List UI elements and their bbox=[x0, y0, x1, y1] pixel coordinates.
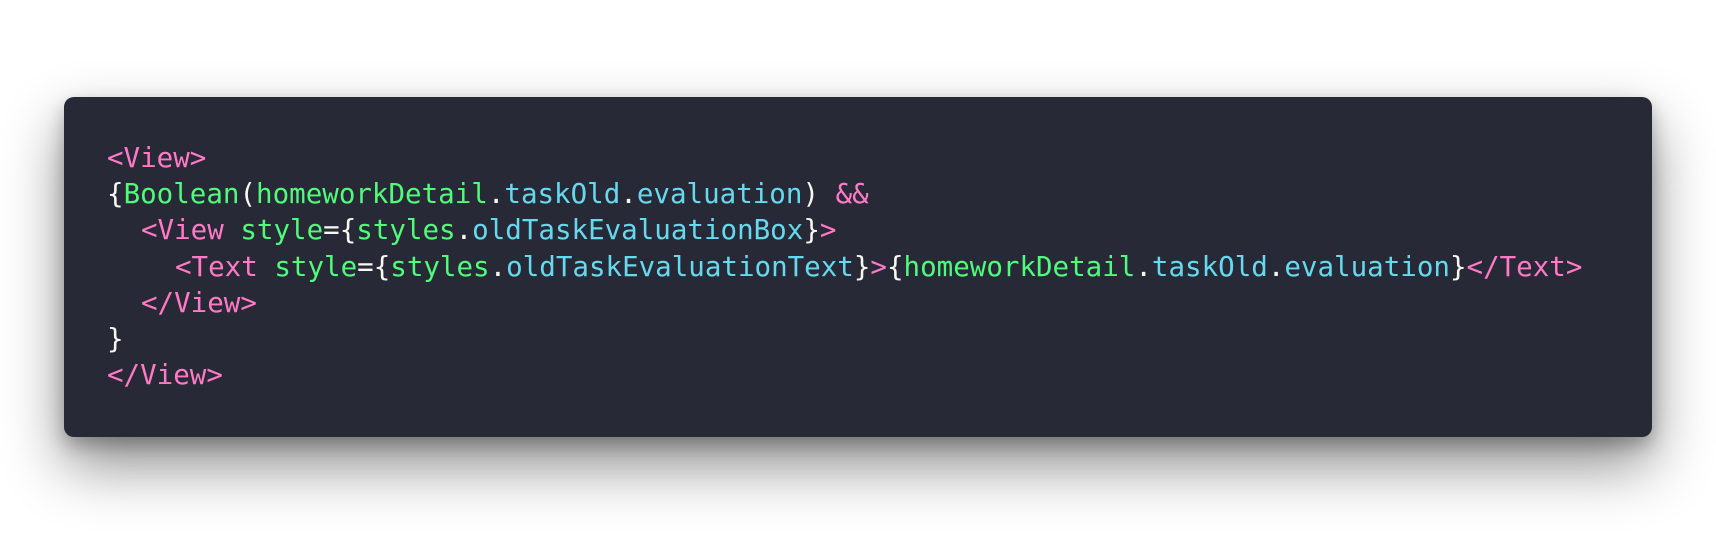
code-token: . bbox=[620, 178, 637, 211]
code-token: { bbox=[886, 250, 904, 283]
code-token: styles bbox=[356, 214, 456, 247]
code-token: style bbox=[240, 214, 324, 247]
code-token: <View bbox=[141, 214, 241, 247]
code-token: ={ bbox=[357, 250, 391, 283]
code-token: ( bbox=[239, 178, 257, 211]
code-token: > bbox=[819, 214, 837, 247]
code-token: > bbox=[870, 250, 887, 283]
code-token: ={ bbox=[323, 214, 357, 247]
code-line-1: <View> bbox=[107, 140, 1652, 176]
code-token: </View> bbox=[107, 359, 223, 392]
code-token: && bbox=[835, 178, 869, 211]
code-token: } bbox=[803, 214, 820, 247]
code-snippet-window: <View> {Boolean(homeworkDetail.taskOld.ev… bbox=[64, 97, 1652, 437]
code-token: <Text bbox=[175, 250, 275, 283]
code-token: homeworkDetail bbox=[256, 178, 488, 211]
code-token: oldTaskEvaluationBox bbox=[472, 214, 804, 247]
code-token: homeworkDetail bbox=[903, 250, 1136, 283]
code-token: . bbox=[1267, 250, 1285, 283]
code-token: taskOld bbox=[1151, 250, 1268, 283]
code-token: oldTaskEvaluationText bbox=[506, 250, 854, 283]
code-token: ) bbox=[802, 178, 836, 211]
code-token: taskOld bbox=[504, 178, 621, 211]
code-block[interactable]: <View> {Boolean(homeworkDetail.taskOld.ev… bbox=[107, 140, 1652, 393]
code-token: styles bbox=[390, 250, 490, 283]
code-token: } bbox=[853, 250, 871, 283]
code-token: . bbox=[455, 214, 473, 247]
code-line-4: <Text style={styles.oldTaskEvaluationTex… bbox=[107, 249, 1652, 285]
code-token: } bbox=[1449, 250, 1467, 283]
code-line-2: {Boolean(homeworkDetail.taskOld.evaluati… bbox=[107, 176, 1652, 212]
code-token: evaluation bbox=[1284, 250, 1450, 283]
code-token: <View> bbox=[107, 142, 207, 174]
code-token: </Text> bbox=[1466, 250, 1583, 283]
code-token: . bbox=[1135, 250, 1152, 283]
code-line-7: </View> bbox=[107, 357, 1652, 393]
code-token: Boolean bbox=[123, 178, 240, 211]
code-token: style bbox=[274, 250, 358, 283]
code-line-3: <View style={styles.oldTaskEvaluationBox… bbox=[107, 212, 1652, 248]
code-token: . bbox=[487, 178, 505, 211]
code-token: { bbox=[107, 178, 124, 211]
code-line-6: } bbox=[107, 321, 1652, 357]
code-token: evaluation bbox=[636, 178, 803, 211]
code-token: </View> bbox=[141, 286, 257, 319]
code-token: } bbox=[107, 322, 124, 355]
code-token: . bbox=[489, 250, 507, 283]
code-line-5: </View> bbox=[107, 285, 1652, 321]
